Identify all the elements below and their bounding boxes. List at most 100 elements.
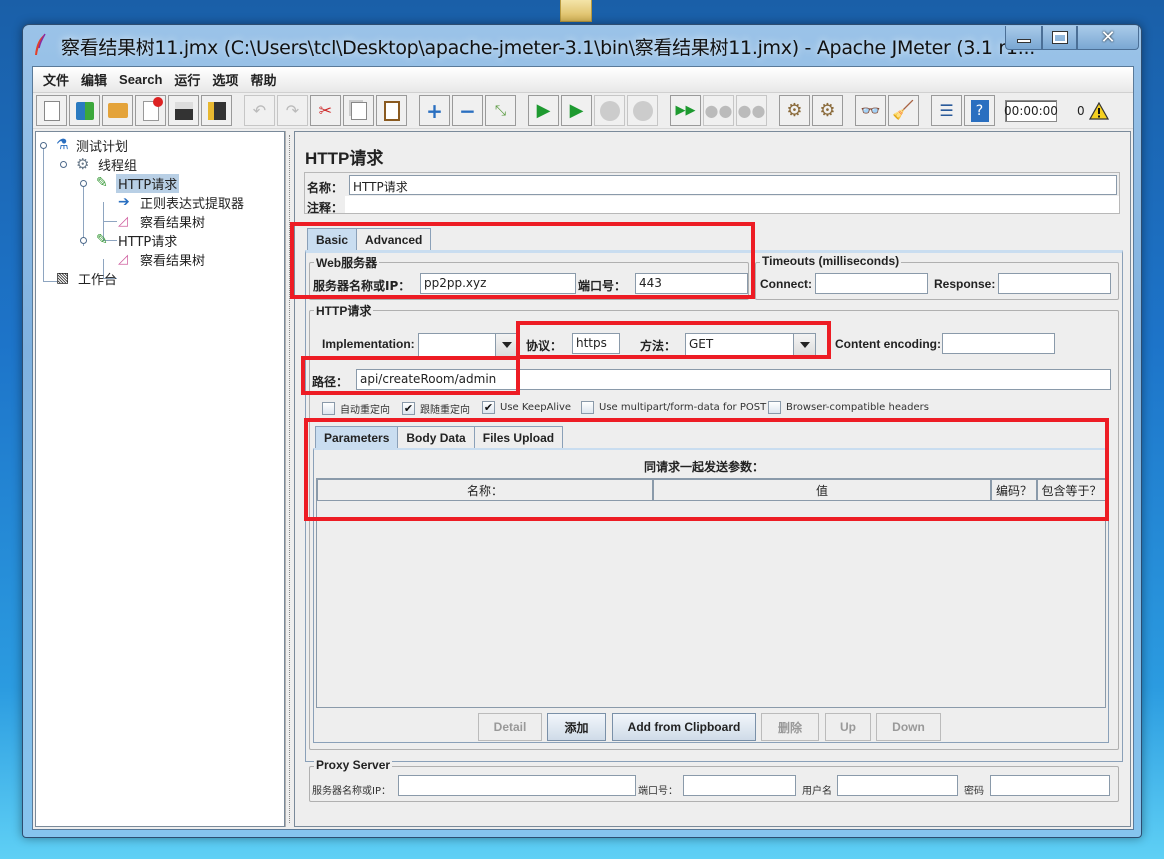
maximize-button[interactable] [1042, 26, 1077, 50]
proxy-server-input[interactable] [398, 775, 636, 796]
menu-options[interactable]: 选项 [206, 70, 244, 89]
start-no-pause-button[interactable]: ▶ [561, 95, 592, 126]
tab-advanced[interactable]: Advanced [356, 228, 432, 250]
server-input[interactable]: pp2pp.xyz [420, 273, 576, 294]
warning-icon[interactable] [1088, 101, 1109, 120]
tree-node-thread-group[interactable]: ⚙ 线程组 [76, 155, 139, 174]
add-button[interactable]: 添加 [547, 713, 606, 741]
name-label: 名称： [307, 181, 344, 195]
menu-run[interactable]: 运行 [168, 70, 206, 89]
expand-all-button[interactable]: + [419, 95, 450, 126]
detail-button[interactable]: Detail [478, 713, 542, 741]
column-header-include-equals[interactable]: 包含等于？ [1037, 479, 1106, 501]
tree-node-regex-extractor[interactable]: ➔ 正则表达式提取器 [118, 193, 246, 212]
proxy-password-input[interactable] [990, 775, 1110, 796]
protocol-input[interactable]: https [572, 333, 620, 354]
minimize-button[interactable] [1005, 26, 1042, 50]
shutdown-icon [632, 100, 653, 121]
reset-search-button[interactable]: 🧹 [888, 95, 919, 126]
up-button[interactable]: Up [825, 713, 871, 741]
auto-redirect-checkbox[interactable]: 自动重定向 [322, 401, 390, 416]
follow-redirects-checkbox[interactable]: ✔ 跟随重定向 [402, 401, 470, 416]
save-as-button[interactable] [201, 95, 232, 126]
name-input[interactable]: HTTP请求 [349, 175, 1117, 195]
thread-group-icon: ⚙ [76, 155, 90, 173]
column-header-value[interactable]: 值 [653, 479, 991, 501]
close-button[interactable]: ✕ [1077, 26, 1139, 50]
method-select[interactable]: GET [685, 333, 816, 357]
error-count: 0 [1077, 103, 1085, 118]
toggle-button[interactable]: ⤡ [485, 95, 516, 126]
path-input[interactable]: api/createRoom/admin [356, 369, 1111, 390]
copy-button[interactable] [343, 95, 374, 126]
keepalive-checkbox[interactable]: ✔ Use KeepAlive [482, 401, 571, 414]
redo-icon: ↷ [285, 101, 300, 120]
save-button[interactable] [168, 95, 199, 126]
redo-button[interactable]: ↷ [277, 95, 308, 126]
shutdown-button[interactable] [627, 95, 658, 126]
save-as-icon [207, 101, 226, 120]
start-button[interactable]: ▶ [528, 95, 559, 126]
browser-headers-checkbox[interactable]: Browser-compatible headers [768, 401, 929, 414]
menu-file[interactable]: 文件 [37, 70, 75, 89]
collapse-icon: − [459, 98, 476, 123]
tab-body-data[interactable]: Body Data [397, 426, 475, 448]
tree-node-results-tree[interactable]: ◿ 察看结果树 [118, 212, 207, 231]
collapse-all-button[interactable]: − [452, 95, 483, 126]
clear-icon: ⚙ [786, 100, 803, 121]
remote-stop-button[interactable]: ●● [703, 95, 734, 126]
response-timeout-input[interactable] [998, 273, 1111, 294]
menu-search[interactable]: Search [113, 72, 168, 87]
maximize-icon [1051, 31, 1068, 44]
paste-icon [383, 100, 400, 121]
delete-button[interactable]: 删除 [761, 713, 819, 741]
checkbox-checked-icon: ✔ [482, 401, 495, 414]
cut-button[interactable]: ✂ [310, 95, 341, 126]
clear-button[interactable]: ⚙ [779, 95, 810, 126]
tab-parameters[interactable]: Parameters [315, 426, 399, 448]
title-bar[interactable]: 察看结果树11.jmx (C:\Users\tcl\Desktop\apache… [23, 25, 1141, 65]
tab-basic[interactable]: Basic [307, 228, 358, 250]
menu-help[interactable]: 帮助 [244, 70, 282, 89]
save-icon [174, 101, 193, 120]
remote-shutdown-button[interactable]: ●● [736, 95, 767, 126]
implementation-select[interactable] [418, 333, 518, 357]
connect-timeout-input[interactable] [815, 273, 928, 294]
collapse-handle[interactable] [40, 142, 47, 149]
remote-start-button[interactable]: ▶▶ [670, 95, 701, 126]
tab-files-upload[interactable]: Files Upload [473, 426, 564, 448]
multipart-checkbox[interactable]: Use multipart/form-data for POST [581, 401, 766, 414]
search-button[interactable]: 👓 [855, 95, 886, 126]
pane-splitter[interactable] [285, 131, 293, 827]
desktop-folder-icon[interactable] [560, 0, 592, 22]
column-header-name[interactable]: 名称： [317, 479, 653, 501]
column-header-encode[interactable]: 编码？ [991, 479, 1037, 501]
tree-node-http-request[interactable]: ✎ HTTP请求 [96, 173, 180, 193]
clear-all-button[interactable]: ⚙ [812, 95, 843, 126]
tree-node-workbench[interactable]: ▧ 工作台 [56, 269, 119, 288]
templates-button[interactable] [69, 95, 100, 126]
cut-icon: ✂ [318, 101, 333, 120]
collapse-handle[interactable] [60, 161, 67, 168]
function-helper-button[interactable]: ☰ [931, 95, 962, 126]
tree-node-http-request[interactable]: ✎ HTTP请求 [96, 231, 179, 250]
close-file-button[interactable] [135, 95, 166, 126]
collapse-handle[interactable] [80, 180, 87, 187]
port-input[interactable]: 443 [635, 273, 748, 294]
comment-input[interactable] [345, 196, 1119, 213]
undo-button[interactable]: ↶ [244, 95, 275, 126]
down-button[interactable]: Down [876, 713, 941, 741]
open-button[interactable] [102, 95, 133, 126]
new-button[interactable] [36, 95, 67, 126]
tree-node-results-tree[interactable]: ◿ 察看结果树 [118, 250, 207, 269]
proxy-port-input[interactable] [683, 775, 796, 796]
collapse-handle[interactable] [80, 237, 87, 244]
proxy-user-input[interactable] [837, 775, 958, 796]
stop-button[interactable] [594, 95, 625, 126]
help-button[interactable]: ? [964, 95, 995, 126]
menu-edit[interactable]: 编辑 [75, 70, 113, 89]
paste-button[interactable] [376, 95, 407, 126]
add-from-clipboard-button[interactable]: Add from Clipboard [612, 713, 756, 741]
content-encoding-input[interactable] [942, 333, 1055, 354]
tree-node-test-plan[interactable]: ⚗ 测试计划 [56, 136, 130, 155]
